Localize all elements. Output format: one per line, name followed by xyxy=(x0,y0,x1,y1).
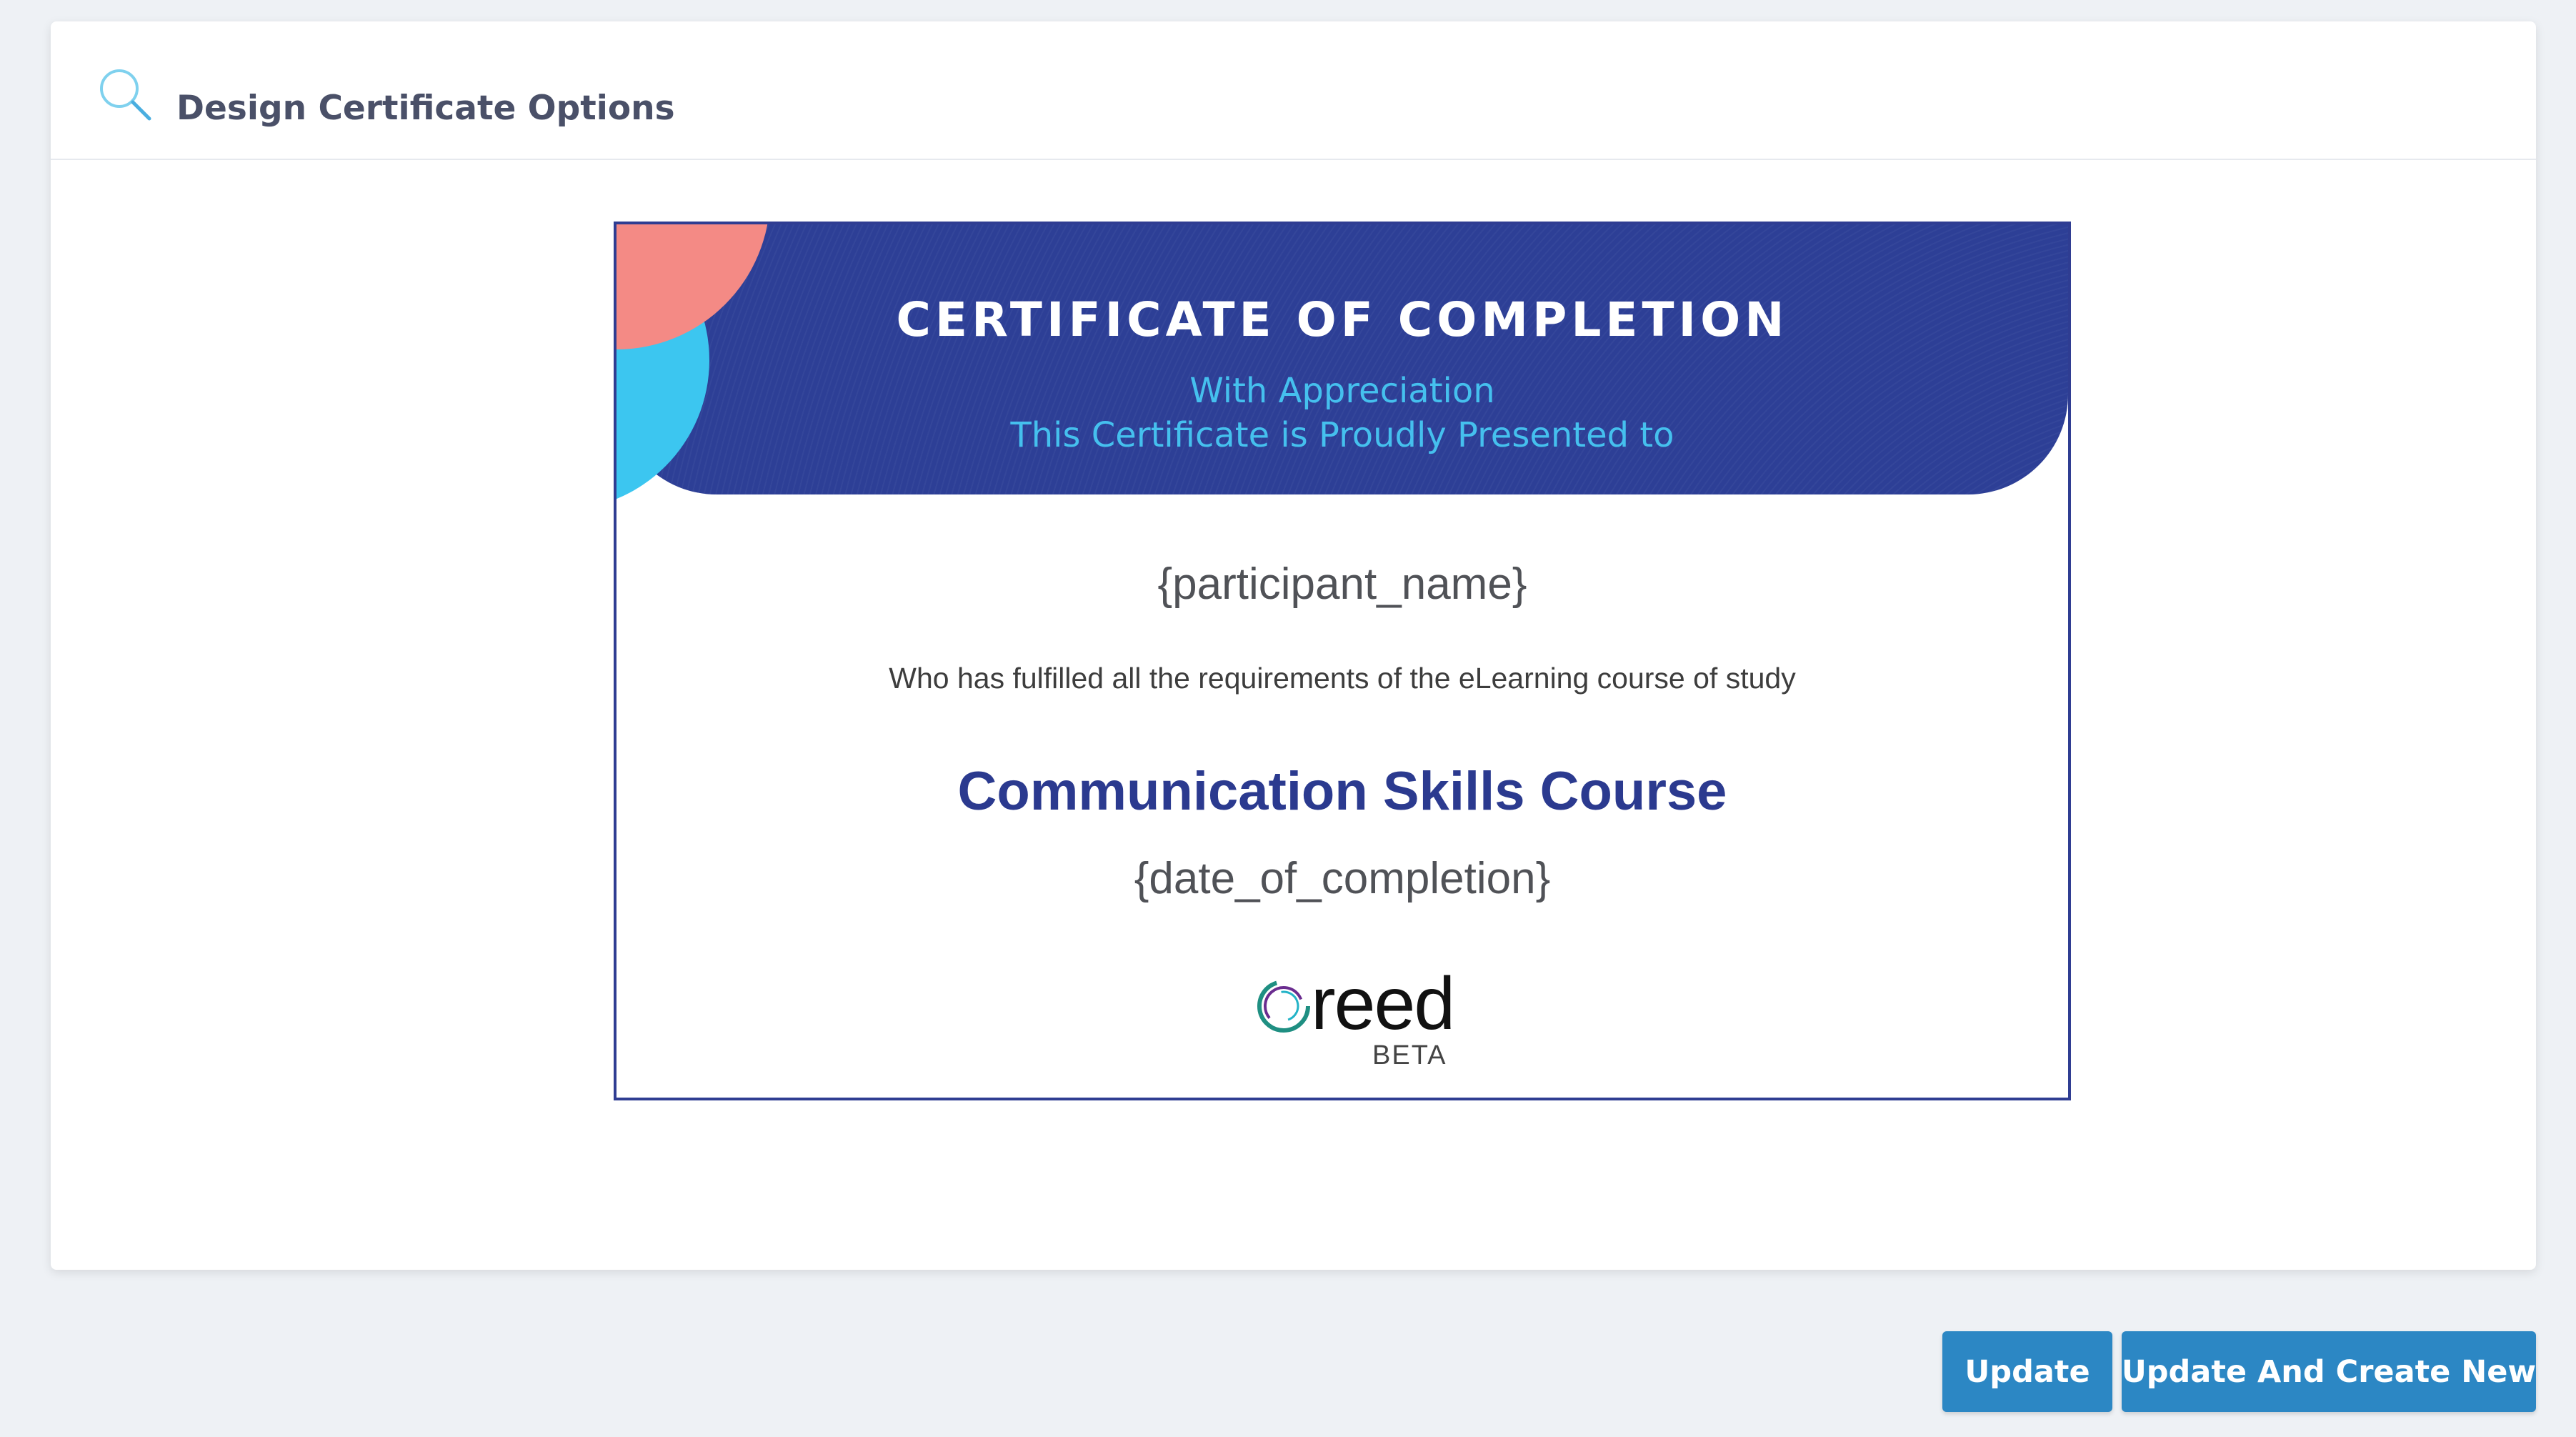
date-of-completion-placeholder: {date_of_completion} xyxy=(1134,854,1551,903)
page-title: Design Certificate Options xyxy=(176,89,675,128)
update-and-create-new-button[interactable]: Update And Create New xyxy=(2122,1331,2536,1412)
course-name: Communication Skills Course xyxy=(957,761,1727,822)
certificate-options-card: Design Certificate Options CERTIFICATE O… xyxy=(51,21,2536,1270)
certificate-subtitle-presented: This Certificate is Proudly Presented to xyxy=(1010,415,1674,455)
reed-beta-tag: BETA xyxy=(1372,1040,1447,1070)
reed-logo: reed BETA xyxy=(1252,963,1495,1082)
certificate-preview: CERTIFICATE OF COMPLETION With Appreciat… xyxy=(614,222,2071,1100)
requirement-text: Who has fulfilled all the requirements o… xyxy=(889,662,1796,695)
reed-logo-ring-icon xyxy=(1257,980,1310,1033)
search-icon xyxy=(94,63,158,127)
certificate-title: CERTIFICATE OF COMPLETION xyxy=(896,292,1789,347)
certificate-subtitle-appreciation: With Appreciation xyxy=(1189,371,1495,411)
card-header: Design Certificate Options xyxy=(51,21,2536,160)
update-button[interactable]: Update xyxy=(1942,1331,2112,1412)
reed-wordmark: reed xyxy=(1311,963,1455,1045)
participant-name-placeholder: {participant_name} xyxy=(1157,560,1527,609)
